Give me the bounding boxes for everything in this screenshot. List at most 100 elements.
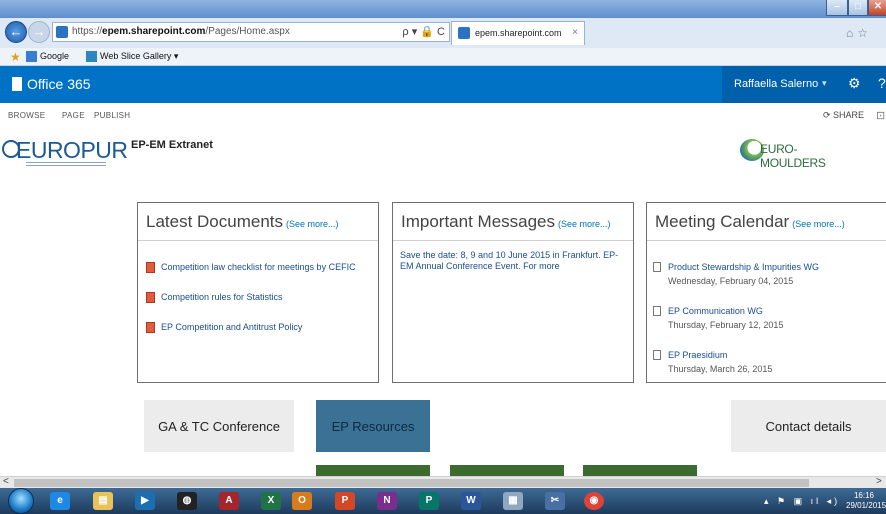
favorites-bar: ★ Google Web Slice Gallery ▾: [0, 48, 886, 66]
google-favicon-icon: [26, 51, 37, 62]
tab-favicon-icon: [458, 27, 470, 39]
latest-documents-title[interactable]: Latest Documents (See more...): [146, 212, 339, 232]
media-player-icon[interactable]: ▶: [135, 492, 155, 510]
powerpoint-icon[interactable]: P: [335, 492, 355, 510]
taskbar-clock[interactable]: 16:16 29/01/2015: [846, 491, 886, 511]
focus-content-icon[interactable]: ⊡: [876, 109, 885, 122]
tab-browse[interactable]: BROWSE: [8, 111, 45, 120]
office365-brand[interactable]: Office 365: [27, 76, 91, 92]
web-slice-icon: [86, 51, 97, 62]
media-app-icon[interactable]: ◍: [177, 492, 197, 510]
euro-moulders-logo[interactable]: EURO-MOULDERS: [740, 138, 860, 170]
user-name[interactable]: Raffaella Salerno: [734, 78, 818, 90]
browser-toolbar: ← → https://epem.sharepoint.com/Pages/Ho…: [0, 18, 886, 48]
snipping-tool-icon[interactable]: ✂: [545, 492, 565, 510]
important-messages-panel: Important Messages (See more...) Save the…: [392, 202, 634, 383]
gear-icon[interactable]: ⚙: [848, 75, 861, 92]
window-title-bar: – □ ✕: [0, 0, 886, 18]
browser-tab[interactable]: epem.sharepoint.com ×: [451, 21, 585, 45]
panel-header: Important Messages (See more...): [393, 203, 633, 241]
document-link[interactable]: Competition rules for Statistics: [161, 292, 283, 302]
publisher-icon[interactable]: P: [419, 492, 439, 510]
tab-page[interactable]: PAGE: [62, 111, 85, 120]
favorite-google[interactable]: Google: [40, 51, 69, 61]
close-button[interactable]: ✕: [868, 0, 886, 16]
user-menu[interactable]: Raffaella Salerno ▾ ⚙ ?: [722, 66, 886, 103]
document-link[interactable]: Competition law checklist for meetings b…: [161, 262, 356, 272]
minimize-button[interactable]: –: [826, 0, 848, 16]
see-more-link[interactable]: (See more...): [558, 219, 611, 229]
europur-logo[interactable]: EUROPUR: [2, 134, 128, 170]
system-tray-icons[interactable]: ▴ ⚑ ▣ ıl ◂): [764, 496, 840, 507]
share-label: SHARE: [833, 110, 865, 120]
chrome-icon[interactable]: ◉: [584, 492, 604, 510]
document-icon: [653, 350, 661, 360]
internet-explorer-icon[interactable]: e: [50, 492, 70, 510]
ga-tc-conference-tile[interactable]: GA & TC Conference: [144, 400, 294, 452]
maximize-button[interactable]: □: [848, 0, 868, 16]
tile-label: EP Resources: [331, 419, 415, 434]
office365-logo-icon[interactable]: [12, 77, 22, 91]
url-path: /Pages/Home.aspx: [205, 26, 290, 37]
url-domain: epem.sharepoint.com: [102, 26, 206, 37]
meeting-link[interactable]: EP Communication WG: [668, 306, 763, 316]
meeting-date: Wednesday, February 04, 2015: [668, 276, 794, 286]
maximize-icon: □: [854, 1, 862, 12]
meeting-link[interactable]: EP Praesidium: [668, 350, 727, 360]
back-button[interactable]: ←: [5, 21, 27, 43]
forward-button[interactable]: →: [28, 21, 50, 43]
word-icon[interactable]: W: [461, 492, 481, 510]
favorite-web-slice-gallery[interactable]: Web Slice Gallery ▾: [100, 51, 178, 62]
tile-label: Contact details: [765, 419, 852, 434]
back-arrow-icon: ←: [9, 24, 23, 39]
scroll-right-icon[interactable]: >: [876, 476, 882, 487]
calculator-icon[interactable]: ▦: [503, 492, 523, 510]
start-button[interactable]: [8, 488, 34, 514]
panel-header: Latest Documents (See more...): [138, 203, 378, 241]
meeting-calendar-panel: Meeting Calendar (See more...) Product St…: [646, 202, 886, 383]
forward-arrow-icon: →: [32, 24, 46, 39]
close-icon: ✕: [873, 1, 883, 12]
scroll-left-icon[interactable]: <: [3, 476, 9, 487]
meeting-calendar-title[interactable]: Meeting Calendar (See more...): [655, 212, 845, 232]
outlook-icon[interactable]: O: [292, 492, 312, 510]
share-button[interactable]: ⟳ SHARE: [823, 110, 864, 121]
horizontal-scrollbar[interactable]: < >: [0, 476, 886, 488]
file-explorer-icon[interactable]: ▤: [93, 492, 113, 510]
chevron-down-icon[interactable]: ▾: [822, 78, 827, 89]
help-icon[interactable]: ?: [878, 75, 886, 91]
address-bar[interactable]: https://epem.sharepoint.com/Pages/Home.a…: [52, 22, 450, 42]
message-text[interactable]: Save the date: 8, 9 and 10 June 2015 in …: [400, 250, 630, 272]
document-icon: [653, 262, 661, 272]
clock-date: 29/01/2015: [846, 501, 886, 510]
minimize-icon: –: [834, 1, 840, 12]
tab-close-icon[interactable]: ×: [572, 27, 578, 38]
pdf-icon: [146, 262, 155, 273]
ep-resources-tile[interactable]: EP Resources: [316, 400, 430, 452]
important-messages-title[interactable]: Important Messages (See more...): [401, 212, 611, 232]
sharepoint-favicon-icon: [56, 26, 68, 38]
scrollbar-thumb[interactable]: [14, 479, 809, 487]
see-more-link[interactable]: (See more...): [792, 219, 845, 229]
url-prefix: https://: [72, 26, 103, 37]
euro-moulders-logo-text: EURO-MOULDERS: [760, 142, 826, 170]
document-link[interactable]: EP Competition and Antitrust Policy: [161, 322, 302, 332]
office365-suite-bar: Office 365 Raffaella Salerno ▾ ⚙ ?: [0, 66, 886, 103]
panel-title-text: Latest Documents: [146, 212, 284, 231]
address-tools[interactable]: ρ ▾ 🔒 C: [402, 25, 445, 38]
site-title[interactable]: EP-EM Extranet: [131, 139, 213, 151]
favorites-star-icon[interactable]: ★: [10, 50, 21, 64]
contact-details-tile[interactable]: Contact details: [731, 400, 886, 452]
access-icon[interactable]: A: [219, 492, 239, 510]
tab-publish[interactable]: PUBLISH: [94, 111, 130, 120]
excel-icon[interactable]: X: [261, 492, 281, 510]
see-more-link[interactable]: (See more...): [286, 219, 339, 229]
latest-documents-panel: Latest Documents (See more...) Competitio…: [137, 202, 379, 383]
url-text[interactable]: https://epem.sharepoint.com/Pages/Home.a…: [72, 26, 290, 37]
meeting-date: Thursday, March 26, 2015: [668, 364, 773, 374]
onenote-icon[interactable]: N: [377, 492, 397, 510]
tab-label: epem.sharepoint.com: [475, 28, 562, 38]
meeting-link[interactable]: Product Stewardship & Impurities WG: [668, 262, 819, 272]
panel-header: Meeting Calendar (See more...): [647, 203, 886, 241]
home-favorites-icons[interactable]: ⌂☆: [846, 26, 872, 40]
